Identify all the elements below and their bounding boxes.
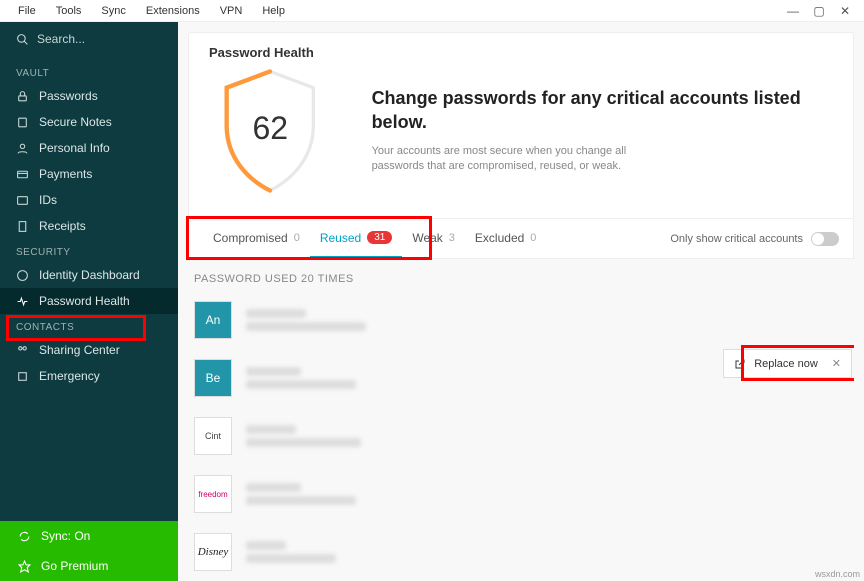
receipt-icon [16, 220, 29, 233]
health-score-shield: 62 [209, 66, 332, 196]
site-tile: Cint [194, 417, 232, 455]
sidebar-item-ids[interactable]: IDs [0, 187, 178, 213]
site-tile: Be [194, 359, 232, 397]
list-item[interactable]: Cint [188, 407, 854, 465]
list-item[interactable]: freedom [188, 465, 854, 523]
sync-icon [18, 530, 31, 543]
dashboard-icon [16, 269, 29, 282]
page-title: Password Health [209, 45, 833, 60]
search-input[interactable]: Search... [0, 22, 178, 60]
external-link-icon [734, 358, 746, 370]
sidebar-item-emergency[interactable]: Emergency [0, 363, 178, 389]
close-button[interactable]: ✕ [832, 2, 858, 20]
go-premium[interactable]: Go Premium [0, 551, 178, 581]
sidebar-item-sharing-center[interactable]: Sharing Center [0, 337, 178, 363]
sidebar-item-payments[interactable]: Payments [0, 161, 178, 187]
main-content: Password Health 62 Change passwords for … [178, 22, 864, 581]
close-icon[interactable]: ✕ [832, 357, 841, 370]
site-tile: freedom [194, 475, 232, 513]
share-icon [16, 344, 29, 357]
menu-extensions[interactable]: Extensions [136, 5, 210, 17]
card-icon [16, 168, 29, 181]
hero-heading: Change passwords for any critical accoun… [372, 87, 833, 134]
critical-toggle[interactable] [811, 232, 839, 246]
replace-now-button[interactable]: Replace now ✕ [723, 349, 852, 378]
section-contacts: CONTACTS [0, 314, 178, 337]
tab-excluded[interactable]: Excluded0 [465, 219, 547, 258]
tab-weak[interactable]: Weak3 [402, 219, 465, 258]
tabs-row: Compromised0 Reused31 Weak3 Excluded0 On… [188, 219, 854, 259]
note-icon [16, 116, 29, 129]
list-heading: PASSWORD USED 20 TIMES [188, 259, 854, 291]
sync-status[interactable]: Sync: On [0, 521, 178, 551]
menubar: File Tools Sync Extensions VPN Help — ▢ … [0, 0, 864, 22]
critical-toggle-row: Only show critical accounts [670, 232, 839, 246]
sidebar-item-personal-info[interactable]: Personal Info [0, 135, 178, 161]
menu-sync[interactable]: Sync [91, 5, 135, 17]
section-vault: VAULT [0, 60, 178, 83]
minimize-button[interactable]: — [780, 2, 806, 20]
sidebar: Search... VAULT Passwords Secure Notes P… [0, 22, 178, 581]
sidebar-item-identity-dashboard[interactable]: Identity Dashboard [0, 262, 178, 288]
hero-subtext: Your accounts are most secure when you c… [372, 144, 652, 175]
tab-compromised[interactable]: Compromised0 [203, 219, 310, 258]
reused-badge: 31 [367, 231, 392, 244]
sidebar-item-passwords[interactable]: Passwords [0, 83, 178, 109]
list-item[interactable]: Be Replace now ✕ [188, 349, 854, 407]
menu-file[interactable]: File [8, 5, 46, 17]
sidebar-footer: Sync: On Go Premium [0, 521, 178, 581]
section-security: SECURITY [0, 239, 178, 262]
password-list: An Be Replace now ✕ Cint freedom Disney [188, 291, 854, 581]
watermark: wsxdn.com [815, 569, 860, 579]
health-score-value: 62 [252, 110, 288, 147]
list-item[interactable]: Disney [188, 523, 854, 581]
star-icon [18, 560, 31, 573]
tab-reused[interactable]: Reused31 [310, 219, 403, 258]
pulse-icon [16, 295, 29, 308]
window-controls: — ▢ ✕ [780, 2, 858, 20]
search-placeholder: Search... [37, 32, 85, 46]
emergency-icon [16, 370, 29, 383]
menu-help[interactable]: Help [252, 5, 295, 17]
sidebar-item-secure-notes[interactable]: Secure Notes [0, 109, 178, 135]
sidebar-item-password-health[interactable]: Password Health [0, 288, 178, 314]
site-tile: An [194, 301, 232, 339]
hero-card: Password Health 62 Change passwords for … [188, 32, 854, 219]
menu-vpn[interactable]: VPN [210, 5, 253, 17]
sidebar-item-receipts[interactable]: Receipts [0, 213, 178, 239]
site-tile: Disney [194, 533, 232, 571]
person-icon [16, 142, 29, 155]
list-item[interactable]: An [188, 291, 854, 349]
lock-icon [16, 90, 29, 103]
maximize-button[interactable]: ▢ [806, 2, 832, 20]
id-icon [16, 194, 29, 207]
menu-tools[interactable]: Tools [46, 5, 92, 17]
search-icon [16, 33, 29, 46]
critical-toggle-label: Only show critical accounts [670, 233, 803, 245]
